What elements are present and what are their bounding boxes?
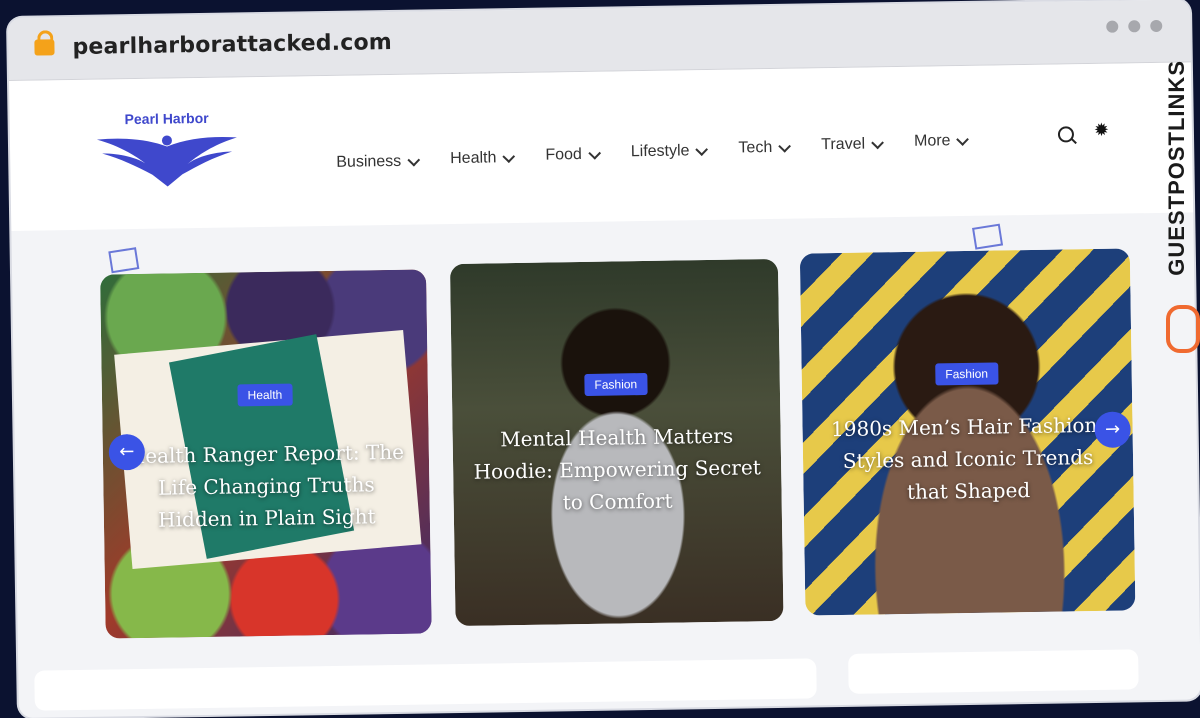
nav-label: Health xyxy=(450,149,497,168)
chevron-down-icon xyxy=(695,142,709,156)
nav-label: Food xyxy=(545,146,582,164)
nav-label: More xyxy=(913,132,951,150)
nav-label: Tech xyxy=(738,139,773,157)
logo-text: Pearl Harbor xyxy=(124,109,209,128)
nav-item-more[interactable]: More xyxy=(913,132,970,151)
category-badge[interactable]: Fashion xyxy=(935,362,999,386)
category-badge[interactable]: Health xyxy=(237,383,293,407)
nav-item-travel[interactable]: Travel xyxy=(821,135,884,154)
category-badge[interactable]: Fashion xyxy=(584,373,648,396)
sidebar-card xyxy=(848,649,1139,694)
slide-title[interactable]: 1980s Men’s Hair Fashion: Styles and Ico… xyxy=(822,409,1113,510)
slide-title[interactable]: Health Ranger Report: The Life Changing … xyxy=(123,436,410,536)
sun-icon[interactable]: ✹ xyxy=(1094,120,1112,141)
chevron-down-icon xyxy=(956,132,970,146)
search-icon[interactable] xyxy=(1057,126,1075,143)
slide-card[interactable]: Health Health Ranger Report: The Life Ch… xyxy=(100,269,432,639)
chevron-down-icon xyxy=(502,149,516,163)
lock-icon xyxy=(34,39,55,56)
nav-item-lifestyle[interactable]: Lifestyle xyxy=(630,142,709,161)
content-card xyxy=(34,658,817,711)
window-dot-icon xyxy=(1150,19,1163,33)
site-header: Pearl Harbor Business Health Food Lifest… xyxy=(8,62,1194,231)
slide-card[interactable]: Fashion Mental Health Matters Hoodie: Em… xyxy=(449,258,784,627)
nav-item-health[interactable]: Health xyxy=(450,149,516,168)
chevron-down-icon xyxy=(871,135,884,149)
nav-label: Business xyxy=(336,152,402,171)
main-nav: Business Health Food Lifestyle Tech Trav… xyxy=(336,132,1000,171)
slide-title[interactable]: Mental Health Matters Hoodie: Empowering… xyxy=(472,419,761,520)
decorative-square-icon xyxy=(972,223,1004,250)
window-dot-icon xyxy=(1128,20,1141,33)
nav-item-tech[interactable]: Tech xyxy=(738,139,792,158)
link-icon xyxy=(1166,305,1200,353)
chevron-down-icon xyxy=(407,153,421,167)
browser-window: pearlharborattacked.com Pearl Harbor Bus… xyxy=(8,0,1200,718)
nav-label: Travel xyxy=(821,135,866,154)
nav-label: Lifestyle xyxy=(630,142,690,161)
slider-section: Health Health Ranger Report: The Life Ch… xyxy=(11,212,1200,718)
chevron-down-icon xyxy=(587,146,601,160)
nav-item-business[interactable]: Business xyxy=(336,152,421,172)
chevron-down-icon xyxy=(778,139,792,153)
decorative-square-icon xyxy=(108,247,140,274)
window-controls xyxy=(1106,19,1163,33)
url-text[interactable]: pearlharborattacked.com xyxy=(72,30,392,60)
nav-item-food[interactable]: Food xyxy=(545,146,601,165)
watermark-text: GUESTPOSTLINKS xyxy=(1164,60,1189,276)
slide-card[interactable]: Fashion 1980s Men’s Hair Fashion: Styles… xyxy=(799,248,1136,616)
window-dot-icon xyxy=(1106,20,1119,33)
